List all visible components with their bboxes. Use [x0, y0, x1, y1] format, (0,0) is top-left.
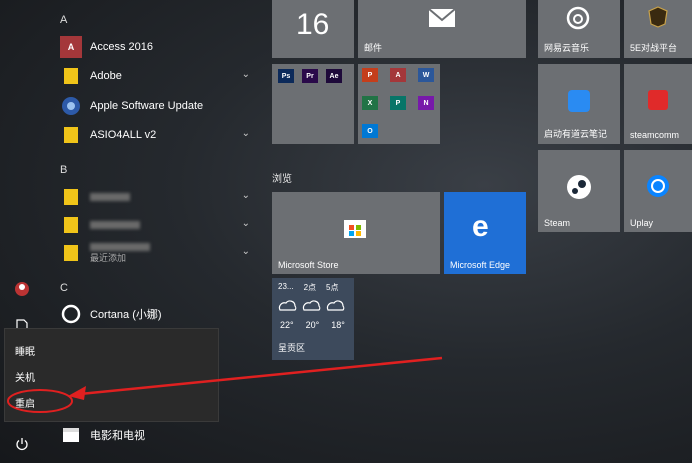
app-blurred-3[interactable]: 最近添加 ⌄ — [60, 240, 260, 266]
app-movies-tv[interactable]: 电影和电视 — [60, 422, 260, 448]
netease-music-icon — [566, 6, 590, 30]
tile-label: Steam — [544, 218, 571, 228]
tile-youdao-note[interactable]: 启动有道云笔记 — [538, 64, 620, 144]
user-avatar[interactable] — [10, 277, 34, 301]
app-blurred-1[interactable]: ⌄ — [60, 184, 260, 210]
power-icon — [16, 438, 28, 451]
access-icon: A — [60, 36, 82, 58]
recently-added-label: 最近添加 — [90, 252, 127, 263]
tile-label: Microsoft Edge — [450, 260, 511, 270]
section-letter-a[interactable]: A — [60, 14, 67, 26]
tile-netease-music[interactable]: 网易云音乐 — [538, 0, 620, 58]
section-letter-b[interactable]: B — [60, 164, 67, 176]
app-label: Adobe — [90, 70, 122, 82]
app-label: ASIO4ALL v2 — [90, 129, 157, 141]
chevron-down-icon: ⌄ — [241, 69, 250, 80]
after-effects-icon: Ae — [326, 69, 342, 83]
weather-location: 呈贡区 — [278, 343, 306, 353]
clapperboard-icon — [60, 424, 82, 446]
folder-icon — [60, 242, 82, 264]
tile-microsoft-edge[interactable]: e Microsoft Edge — [444, 192, 526, 274]
steam-icon — [567, 175, 591, 199]
word-icon: W — [418, 68, 434, 82]
tile-label: 启动有道云笔记 — [544, 129, 608, 139]
app-asio-folder[interactable]: ASIO4ALL v2 ⌄ — [60, 122, 260, 148]
shutdown-option[interactable]: 关机 — [15, 369, 35, 384]
folder-icon — [60, 186, 82, 208]
excel-icon: X — [362, 96, 378, 110]
weather-hours: 23... 2点 5点 — [278, 282, 339, 292]
power-button[interactable] — [10, 432, 34, 456]
tile-label: 邮件 — [364, 43, 383, 53]
outlook-icon: O — [362, 124, 378, 138]
app-label: 电影和电视 — [90, 430, 145, 442]
tile-mail[interactable]: 邮件 — [358, 0, 526, 58]
youdao-note-icon — [568, 90, 590, 112]
photoshop-icon: Ps — [278, 69, 294, 83]
redacted-label — [90, 193, 130, 201]
5e-shield-icon — [648, 6, 668, 28]
tile-label: steamcomm — [630, 130, 680, 140]
tile-label: 网易云音乐 — [544, 43, 590, 53]
tile-office-group[interactable]: P A W X P N O — [358, 64, 440, 144]
tile-microsoft-store[interactable]: Microsoft Store — [272, 192, 440, 274]
section-letter-c[interactable]: C — [60, 282, 68, 294]
app-apple-software-update[interactable]: Apple Software Update — [60, 93, 260, 119]
onenote-icon: N — [418, 96, 434, 110]
tile-label: Uplay — [630, 218, 654, 228]
redacted-label — [90, 221, 140, 229]
app-label: Access 2016 — [90, 41, 153, 53]
app-blurred-2[interactable]: ⌄ — [60, 212, 260, 238]
avatar-icon — [15, 282, 29, 296]
app-access[interactable]: A Access 2016 — [60, 34, 260, 60]
tile-adobe-group[interactable]: Ps Pr Ae — [272, 64, 354, 144]
app-label: Apple Software Update — [90, 100, 204, 112]
access-mini-icon: A — [390, 68, 406, 82]
tile-label: 5E对战平台 — [630, 43, 678, 53]
app-adobe-folder[interactable]: Adobe ⌄ — [60, 63, 260, 89]
sleep-option[interactable]: 睡眠 — [15, 343, 35, 358]
chevron-down-icon: ⌄ — [241, 190, 250, 201]
apple-update-icon — [60, 95, 82, 117]
calendar-day: 16 — [296, 8, 330, 41]
folder-icon — [60, 124, 82, 146]
powerpoint-icon: P — [362, 68, 378, 82]
tile-weather[interactable]: 23... 2点 5点 22° 20° 18° 呈贡区 — [272, 278, 354, 360]
redacted-label — [90, 242, 150, 251]
tile-calendar[interactable]: 16 — [272, 0, 354, 58]
section-browse-title: 浏览 — [272, 174, 292, 185]
tile-5e-platform[interactable]: 5E对战平台 — [624, 0, 692, 58]
cloud-icons — [278, 300, 345, 311]
tile-label: Microsoft Store — [278, 260, 339, 270]
tile-steamcommunity[interactable]: steamcomm — [624, 64, 692, 144]
store-bag-icon — [344, 220, 366, 238]
chevron-down-icon: ⌄ — [241, 246, 250, 257]
uplay-icon — [647, 175, 669, 197]
chevron-down-icon: ⌄ — [241, 128, 250, 139]
edge-icon: e — [472, 210, 489, 243]
folder-icon — [60, 214, 82, 236]
steamcommunity-icon — [648, 90, 668, 110]
annotation-arrow — [68, 356, 443, 400]
tile-steam[interactable]: Steam — [538, 150, 620, 232]
app-cortana[interactable]: Cortana (小娜) — [60, 301, 260, 327]
chevron-down-icon: ⌄ — [241, 218, 250, 229]
premiere-icon: Pr — [302, 69, 318, 83]
weather-temps: 22° 20° 18° — [280, 320, 345, 330]
publisher-icon: P — [390, 96, 406, 110]
mail-icon — [428, 8, 456, 27]
tile-uplay[interactable]: Uplay — [624, 150, 692, 232]
folder-icon — [60, 65, 82, 87]
cortana-icon — [60, 303, 82, 325]
app-label: Cortana (小娜) — [90, 309, 162, 321]
